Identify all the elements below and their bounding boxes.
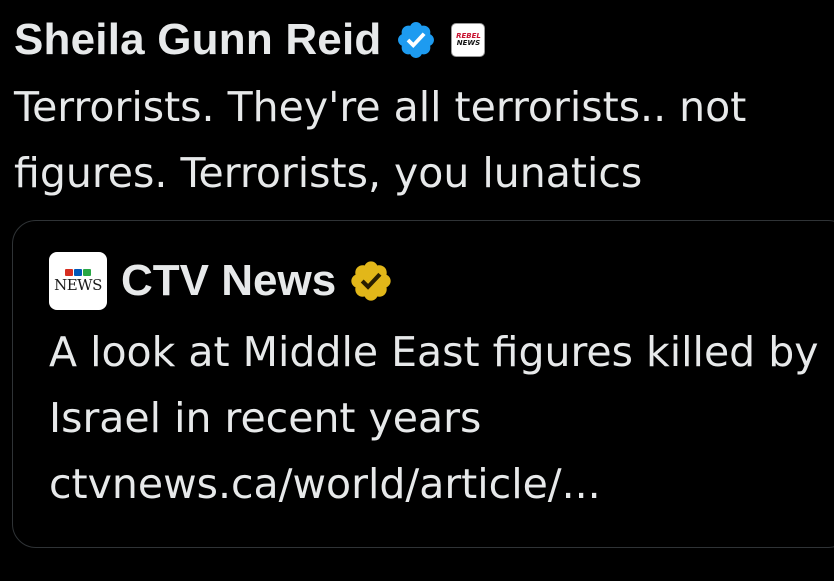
verified-badge-gold-icon — [351, 261, 391, 301]
rebel-news-logo-icon[interactable]: REBEL NEWS — [451, 23, 486, 57]
quoted-tweet-text: A look at Middle East figures killed by … — [49, 328, 819, 442]
tweet: Sheila Gunn Reid REBEL NEWS Terrorists. … — [0, 0, 834, 581]
ctv-logo-icon — [65, 269, 91, 276]
quoted-tweet-header: NEWS CTV News — [49, 251, 394, 311]
affiliation-logo-line-2: NEWS — [456, 39, 481, 47]
author-name[interactable]: Sheila Gunn Reid — [14, 15, 381, 65]
quoted-author-name[interactable]: CTV News — [121, 256, 336, 306]
quoted-tweet-text-block: A look at Middle East figures killed by … — [49, 319, 834, 517]
verified-badge-icon — [398, 22, 435, 58]
ctv-news-avatar[interactable]: NEWS — [49, 252, 107, 310]
tweet-text: Terrorists. They're all terrorists.. not… — [14, 83, 747, 197]
tweet-author-row: Sheila Gunn Reid REBEL NEWS — [14, 14, 486, 66]
avatar-news-text: NEWS — [54, 276, 102, 294]
quoted-tweet-card[interactable]: NEWS CTV News A look at Middle East figu… — [12, 220, 834, 548]
quoted-tweet-link[interactable]: ctvnews.ca/world/article/... — [49, 451, 834, 517]
